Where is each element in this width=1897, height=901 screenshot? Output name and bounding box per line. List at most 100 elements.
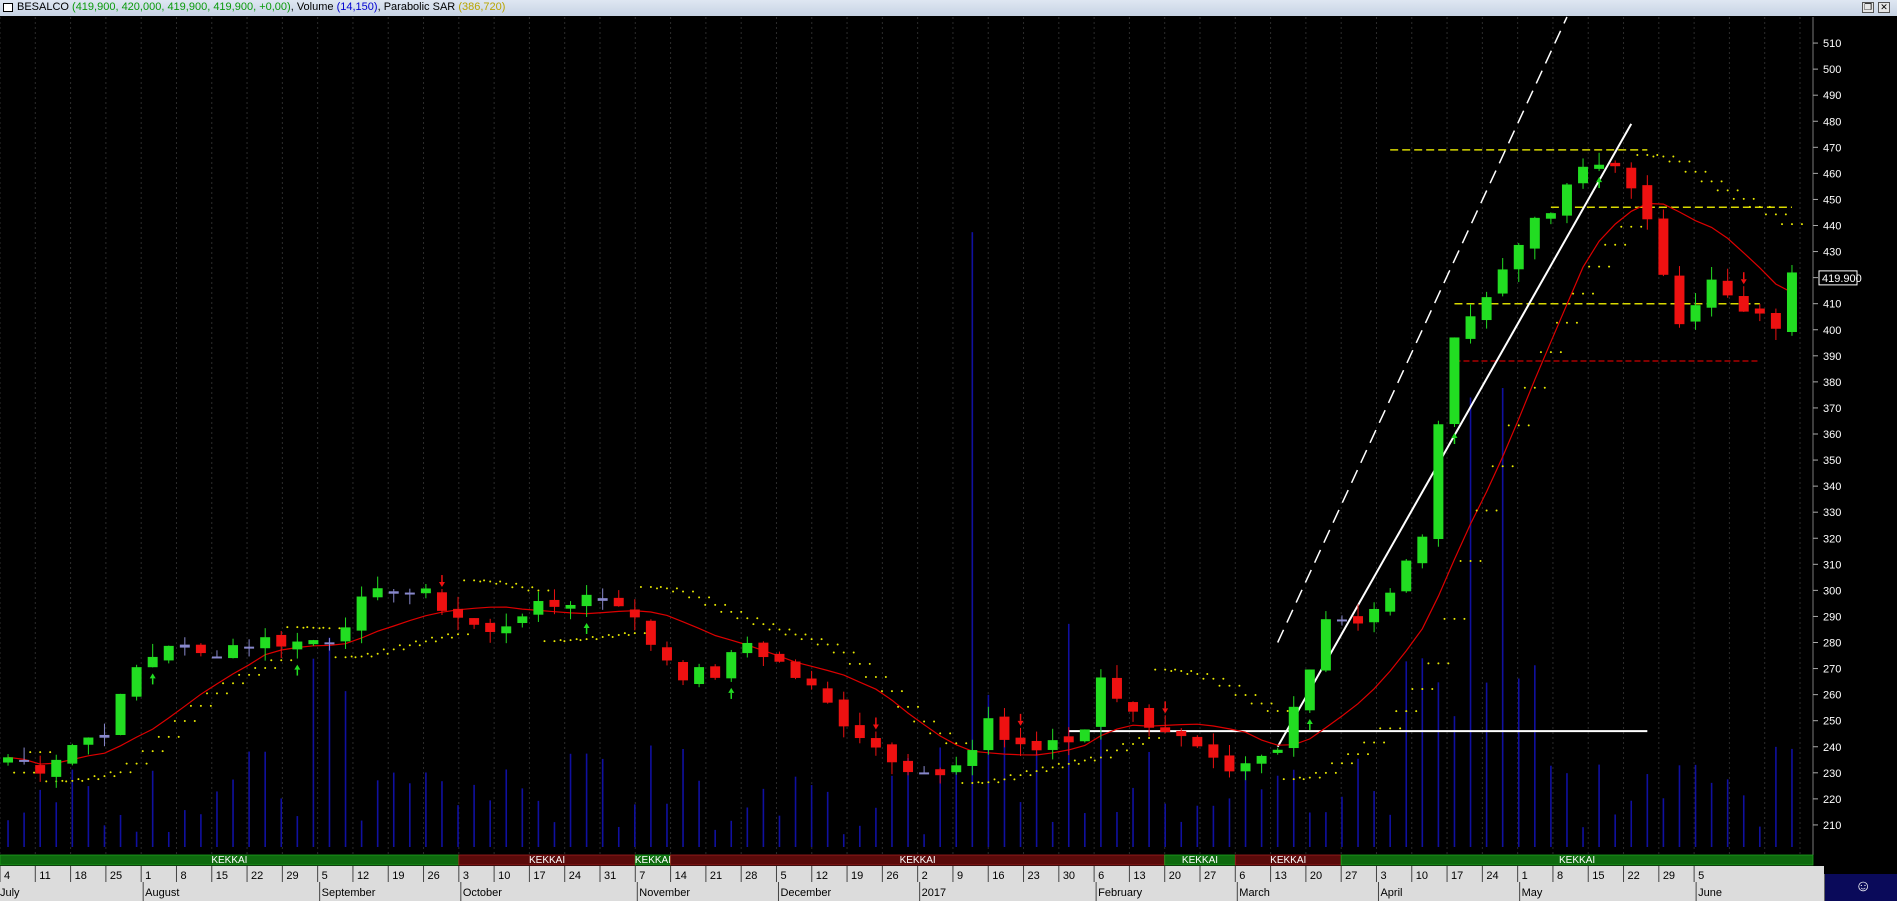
day-label: 19 <box>851 870 863 882</box>
candle-body <box>469 618 480 625</box>
price-tick-label: 380 <box>1823 377 1841 389</box>
month-label: October <box>463 887 502 899</box>
psar-dot <box>933 720 936 723</box>
candle-body <box>1272 749 1283 753</box>
candle-body <box>19 759 30 762</box>
candle-body <box>1754 308 1765 314</box>
chart-background <box>0 16 1897 901</box>
psar-dot <box>826 643 829 646</box>
price-chart[interactable]: 2102202302402502602702802903003103203303… <box>0 0 1897 901</box>
candle-body <box>1770 313 1781 329</box>
psar-dot <box>1340 762 1343 765</box>
psar-dot <box>1646 154 1649 157</box>
day-label: 3 <box>463 870 469 882</box>
psar-dot <box>1453 617 1456 620</box>
price-tick-label: 360 <box>1823 429 1841 441</box>
psar-dot <box>1373 741 1376 744</box>
psar-dot <box>505 582 508 585</box>
volume-bar <box>875 807 877 847</box>
smiley-face-icon[interactable]: ☺ <box>1855 879 1871 895</box>
psar-dot <box>1324 771 1327 774</box>
psar-dot <box>1592 292 1594 295</box>
psar-dot <box>193 720 196 723</box>
candle-body <box>1433 424 1444 540</box>
psar-dot <box>1379 727 1382 730</box>
candle-body <box>838 699 849 727</box>
psar-dot <box>157 735 160 738</box>
psar-dot <box>141 750 144 753</box>
volume-bar <box>1791 748 1793 847</box>
psar-dot <box>762 623 765 626</box>
price-axis: 210 220 230 240 250 260 270 280 290 300 310 320 330 3… <box>1812 17 1897 855</box>
day-label: 5 <box>780 870 786 882</box>
volume-bar <box>1373 791 1375 847</box>
psar-dot <box>489 580 492 583</box>
psar-dot <box>836 643 839 646</box>
psar-dot <box>1437 662 1440 665</box>
candle-body <box>1385 592 1396 612</box>
psar-dot <box>579 639 582 642</box>
psar-dot <box>302 626 305 629</box>
candle-body <box>67 745 78 764</box>
candle-body <box>967 750 978 766</box>
psar-dot <box>280 659 283 662</box>
candle-body <box>919 772 930 775</box>
psar-dot <box>354 656 357 659</box>
candle-body <box>774 653 785 662</box>
volume-bar <box>1276 775 1279 847</box>
psar-dot <box>1694 170 1697 173</box>
candle-body <box>983 718 994 751</box>
volume-bar <box>634 804 636 847</box>
volume-bar <box>1309 812 1311 847</box>
psar-dot <box>1421 687 1424 690</box>
psar-dot <box>286 626 289 629</box>
psar-dot <box>1266 710 1269 713</box>
psar-dot <box>360 655 363 658</box>
psar-dot <box>1784 213 1787 216</box>
volume-bar <box>778 815 781 847</box>
psar-dot <box>1019 774 1022 777</box>
candle-body <box>1208 744 1219 758</box>
psar-dot <box>1511 465 1514 468</box>
price-tick-label: 210 <box>1823 820 1841 832</box>
volume-bar <box>842 834 845 847</box>
day-label: 15 <box>216 870 228 882</box>
psar-dot <box>897 705 900 708</box>
candle-body <box>1369 608 1380 623</box>
psar-dot <box>1758 205 1761 208</box>
psar-dot <box>1228 684 1231 687</box>
psar-dot <box>820 638 823 641</box>
psar-dot <box>1790 223 1793 226</box>
psar-dot <box>890 690 893 693</box>
psar-dot <box>816 643 819 646</box>
psar-dot <box>1427 662 1430 665</box>
volume-bar <box>167 831 170 847</box>
psar-dot <box>784 633 787 636</box>
psar-dot <box>1485 509 1488 512</box>
price-tick-label: 490 <box>1823 90 1841 102</box>
volume-bar <box>1019 802 1022 847</box>
psar-dot <box>467 633 469 636</box>
volume-bar <box>103 825 106 847</box>
volume-bar <box>682 748 684 847</box>
psar-dot <box>447 633 450 636</box>
psar-dot <box>961 782 964 785</box>
psar-dot <box>61 779 64 782</box>
psar-dot <box>1752 197 1755 200</box>
psar-dot <box>639 586 642 589</box>
psar-dot <box>167 735 170 738</box>
psar-dot <box>1180 670 1183 673</box>
psar-dot <box>483 579 486 582</box>
psar-dot <box>1463 617 1466 620</box>
price-tick-label: 460 <box>1823 168 1841 180</box>
psar-dot <box>1556 321 1558 324</box>
volume-bar <box>1775 746 1777 847</box>
day-label: 20 <box>1310 870 1322 882</box>
volume-bar <box>264 751 266 847</box>
candle-body <box>404 592 415 595</box>
psar-dot <box>1517 424 1520 427</box>
volume-bar <box>1100 724 1102 847</box>
psar-dot <box>1212 677 1215 680</box>
psar-dot <box>499 580 502 583</box>
psar-dot <box>177 735 180 738</box>
